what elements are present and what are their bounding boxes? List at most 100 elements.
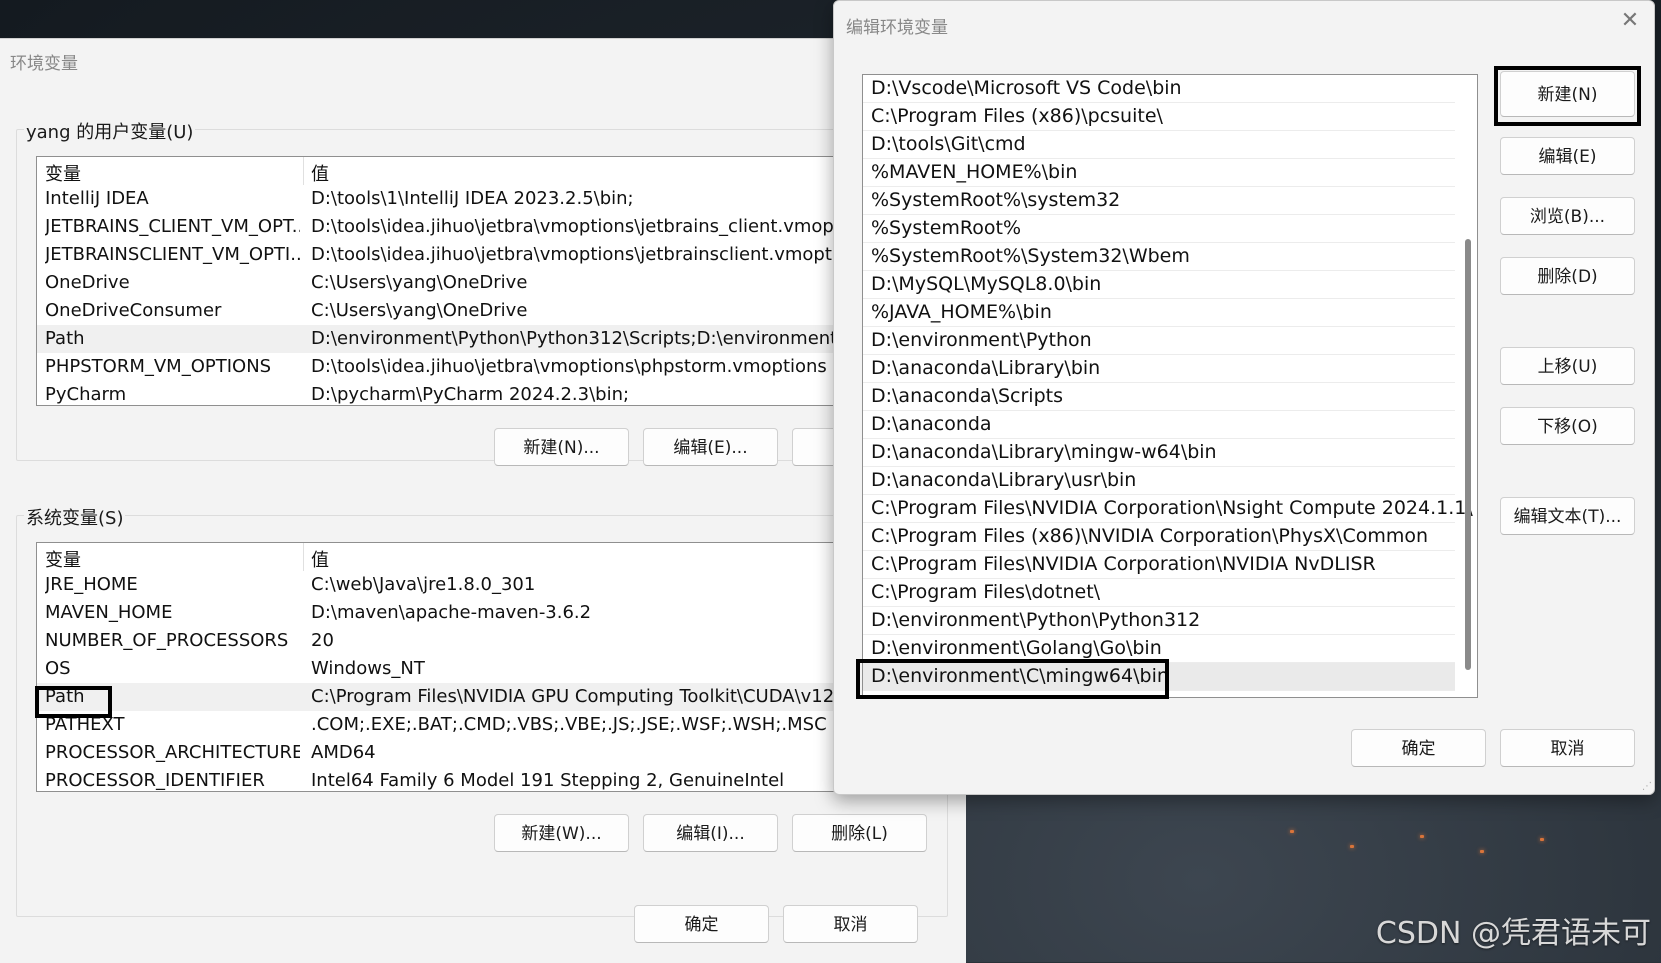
list-item[interactable]: C:\Program Files (x86)\pcsuite\ bbox=[863, 103, 1455, 131]
scrollbar-thumb[interactable] bbox=[1465, 239, 1471, 670]
table-row[interactable]: OS Windows_NT bbox=[37, 655, 967, 683]
list-item[interactable]: D:\anaconda bbox=[863, 411, 1455, 439]
cancel-button[interactable]: 取消 bbox=[1500, 729, 1635, 767]
column-separator[interactable] bbox=[303, 157, 304, 185]
var-value: C:\Users\yang\OneDrive bbox=[311, 272, 528, 293]
list-item[interactable]: C:\Program Files\dotnet\ bbox=[863, 579, 1455, 607]
var-value: 20 bbox=[311, 630, 334, 651]
var-name: IntelliJ IDEA bbox=[45, 188, 149, 209]
var-value: .COM;.EXE;.BAT;.CMD;.VBS;.VBE;.JS;.JSE;.… bbox=[311, 714, 827, 735]
list-item[interactable]: %SystemRoot%\system32 bbox=[863, 187, 1455, 215]
list-item[interactable]: D:\environment\C\mingw64\bin bbox=[863, 663, 1455, 691]
table-row[interactable]: NUMBER_OF_PROCESSORS 20 bbox=[37, 627, 967, 655]
path-list[interactable]: D:\Vscode\Microsoft VS Code\bin C:\Progr… bbox=[862, 74, 1478, 698]
system-edit-button[interactable]: 编辑(I)... bbox=[643, 814, 778, 852]
var-name: OS bbox=[45, 658, 71, 679]
var-name: PROCESSOR_IDENTIFIER bbox=[45, 770, 265, 791]
move-down-button[interactable]: 下移(O) bbox=[1500, 407, 1635, 445]
table-row[interactable]: OneDrive C:\Users\yang\OneDrive bbox=[37, 269, 967, 297]
list-item[interactable]: %MAVEN_HOME%\bin bbox=[863, 159, 1455, 187]
table-row[interactable]: MAVEN_HOME D:\maven\apache-maven-3.6.2 bbox=[37, 599, 967, 627]
list-item[interactable]: C:\Program Files\NVIDIA Corporation\Nsig… bbox=[863, 495, 1473, 523]
system-new-button[interactable]: 新建(W)... bbox=[494, 814, 629, 852]
table-row[interactable]: Path C:\Program Files\NVIDIA GPU Computin… bbox=[37, 683, 967, 711]
background-light bbox=[1290, 830, 1294, 833]
path-entry: D:\tools\Git\cmd bbox=[871, 133, 1026, 155]
close-icon[interactable]: ✕ bbox=[1618, 9, 1642, 33]
path-entry: C:\Program Files\NVIDIA Corporation\NVID… bbox=[871, 553, 1376, 575]
system-variables-list[interactable]: 变量 值 JRE_HOME C:\web\Java\jre1.8.0_301 MA… bbox=[36, 542, 968, 792]
edit-environment-variable-dialog: 编辑环境变量 ✕ D:\Vscode\Microsoft VS Code\bin… bbox=[833, 0, 1655, 795]
list-item[interactable]: D:\Vscode\Microsoft VS Code\bin bbox=[863, 75, 1455, 103]
table-row[interactable]: JETBRAINS_CLIENT_VM_OPT... D:\tools\idea.… bbox=[37, 213, 967, 241]
path-entry: %MAVEN_HOME%\bin bbox=[871, 161, 1078, 183]
list-item[interactable]: D:\anaconda\Scripts bbox=[863, 383, 1455, 411]
table-row[interactable]: JETBRAINSCLIENT_VM_OPTI... D:\tools\idea.… bbox=[37, 241, 967, 269]
path-entry: D:\anaconda bbox=[871, 413, 992, 435]
var-value: C:\web\Java\jre1.8.0_301 bbox=[311, 574, 536, 595]
column-header-variable[interactable]: 变量 bbox=[45, 160, 300, 186]
resize-grip-icon[interactable]: ⋰ bbox=[1642, 781, 1652, 792]
move-up-button[interactable]: 上移(U) bbox=[1500, 347, 1635, 385]
var-name: PyCharm bbox=[45, 384, 127, 405]
system-delete-button[interactable]: 删除(L) bbox=[792, 814, 927, 852]
edit-button[interactable]: 编辑(E) bbox=[1500, 137, 1635, 175]
dialog-title: 编辑环境变量 bbox=[846, 18, 948, 38]
user-edit-button[interactable]: 编辑(E)... bbox=[643, 428, 778, 466]
list-item[interactable]: %SystemRoot%\System32\Wbem bbox=[863, 243, 1455, 271]
list-item[interactable]: C:\Program Files\NVIDIA Corporation\NVID… bbox=[863, 551, 1455, 579]
path-entry: D:\environment\Python\Python312 bbox=[871, 609, 1201, 631]
var-value: D:\pycharm\PyCharm 2024.2.3\bin; bbox=[311, 384, 630, 405]
list-item[interactable]: D:\environment\Golang\Go\bin bbox=[863, 635, 1455, 663]
list-header: 变量 值 bbox=[37, 157, 967, 185]
system-variables-label: 系统变量(S) bbox=[24, 504, 126, 530]
browse-button[interactable]: 浏览(B)... bbox=[1500, 197, 1635, 235]
var-value: C:\Users\yang\OneDrive bbox=[311, 300, 528, 321]
user-variables-list[interactable]: 变量 值 IntelliJ IDEA D:\tools\1\IntelliJ ID… bbox=[36, 156, 968, 406]
list-item[interactable]: D:\anaconda\Library\mingw-w64\bin bbox=[863, 439, 1455, 467]
table-row[interactable]: IntelliJ IDEA D:\tools\1\IntelliJ IDEA 20… bbox=[37, 185, 967, 213]
background-light bbox=[1350, 845, 1354, 848]
var-value: Intel64 Family 6 Model 191 Stepping 2, G… bbox=[311, 770, 785, 791]
column-separator[interactable] bbox=[303, 543, 304, 571]
list-item[interactable]: D:\anaconda\Library\bin bbox=[863, 355, 1455, 383]
list-item[interactable]: %JAVA_HOME%\bin bbox=[863, 299, 1455, 327]
var-name: Path bbox=[45, 686, 85, 707]
column-header-variable[interactable]: 变量 bbox=[45, 546, 300, 572]
cancel-button[interactable]: 取消 bbox=[783, 905, 918, 943]
column-header-value[interactable]: 值 bbox=[311, 546, 329, 572]
path-entry: D:\anaconda\Library\bin bbox=[871, 357, 1101, 379]
list-item[interactable]: D:\MySQL\MySQL8.0\bin bbox=[863, 271, 1455, 299]
table-row[interactable]: PHPSTORM_VM_OPTIONS D:\tools\idea.jihuo\j… bbox=[37, 353, 967, 381]
list-item[interactable]: D:\environment\Python bbox=[863, 327, 1455, 355]
edit-text-button[interactable]: 编辑文本(T)... bbox=[1500, 497, 1635, 535]
table-row[interactable]: PROCESSOR_ARCHITECTURE AMD64 bbox=[37, 739, 967, 767]
table-row[interactable]: JRE_HOME C:\web\Java\jre1.8.0_301 bbox=[37, 571, 967, 599]
list-item[interactable]: D:\anaconda\Library\usr\bin bbox=[863, 467, 1455, 495]
var-name: JETBRAINSCLIENT_VM_OPTI... bbox=[45, 244, 300, 265]
var-name: OneDriveConsumer bbox=[45, 300, 222, 321]
path-entry: D:\Vscode\Microsoft VS Code\bin bbox=[871, 77, 1182, 99]
list-item[interactable]: C:\Program Files (x86)\NVIDIA Corporatio… bbox=[863, 523, 1455, 551]
user-new-button[interactable]: 新建(N)... bbox=[494, 428, 629, 466]
var-value: AMD64 bbox=[311, 742, 376, 763]
list-item[interactable]: D:\environment\Python\Python312 bbox=[863, 607, 1455, 635]
column-header-value[interactable]: 值 bbox=[311, 160, 329, 186]
list-item[interactable]: %SystemRoot% bbox=[863, 215, 1455, 243]
table-row[interactable]: OneDriveConsumer C:\Users\yang\OneDrive bbox=[37, 297, 967, 325]
var-name: JETBRAINS_CLIENT_VM_OPT... bbox=[45, 216, 300, 237]
table-row[interactable]: PyCharm D:\pycharm\PyCharm 2024.2.3\bin; bbox=[37, 381, 967, 405]
path-entry: %SystemRoot% bbox=[871, 217, 1022, 239]
table-row[interactable]: PATHEXT .COM;.EXE;.BAT;.CMD;.VBS;.VBE;.JS… bbox=[37, 711, 967, 739]
path-entry: D:\MySQL\MySQL8.0\bin bbox=[871, 273, 1102, 295]
ok-button[interactable]: 确定 bbox=[634, 905, 769, 943]
var-name: OneDrive bbox=[45, 272, 130, 293]
list-item[interactable]: D:\tools\Git\cmd bbox=[863, 131, 1455, 159]
new-button[interactable]: 新建(N) bbox=[1500, 71, 1635, 117]
delete-button[interactable]: 删除(D) bbox=[1500, 257, 1635, 295]
background-light bbox=[1420, 835, 1424, 838]
table-row[interactable]: PROCESSOR_IDENTIFIER Intel64 Family 6 Mod… bbox=[37, 767, 967, 791]
var-value: C:\Program Files\NVIDIA GPU Computing To… bbox=[311, 686, 840, 707]
ok-button[interactable]: 确定 bbox=[1351, 729, 1486, 767]
table-row[interactable]: Path D:\environment\Python\Python312\Scri… bbox=[37, 325, 967, 353]
